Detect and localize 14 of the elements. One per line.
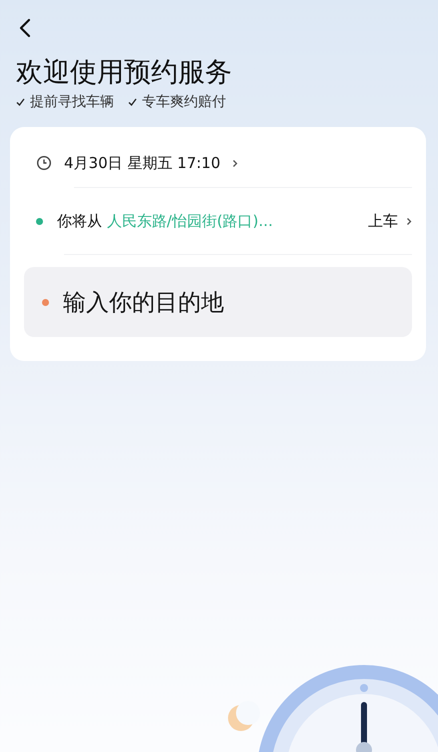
- feature-label: 提前寻找车辆: [30, 93, 114, 111]
- check-icon: [128, 98, 137, 106]
- chevron-icon: [406, 216, 412, 226]
- time-selector[interactable]: 4月30日 星期五 17:10: [24, 139, 238, 187]
- pickup-suffix: 上车: [368, 212, 398, 230]
- page-title: 欢迎使用预约服务: [16, 56, 233, 90]
- pickup-selector[interactable]: 你将从 人民东路/怡园街(路口)... 上车: [24, 188, 412, 254]
- back-icon: [18, 18, 32, 38]
- clock-icon: [36, 155, 52, 171]
- feature-label: 专车爽约赔付: [142, 93, 226, 111]
- destination-button[interactable]: 输入你的目的地: [24, 267, 412, 337]
- pickup-text: 你将从 人民东路/怡园街(路口)...: [57, 212, 273, 230]
- chevron-icon: [232, 158, 238, 168]
- check-icon: [16, 98, 25, 106]
